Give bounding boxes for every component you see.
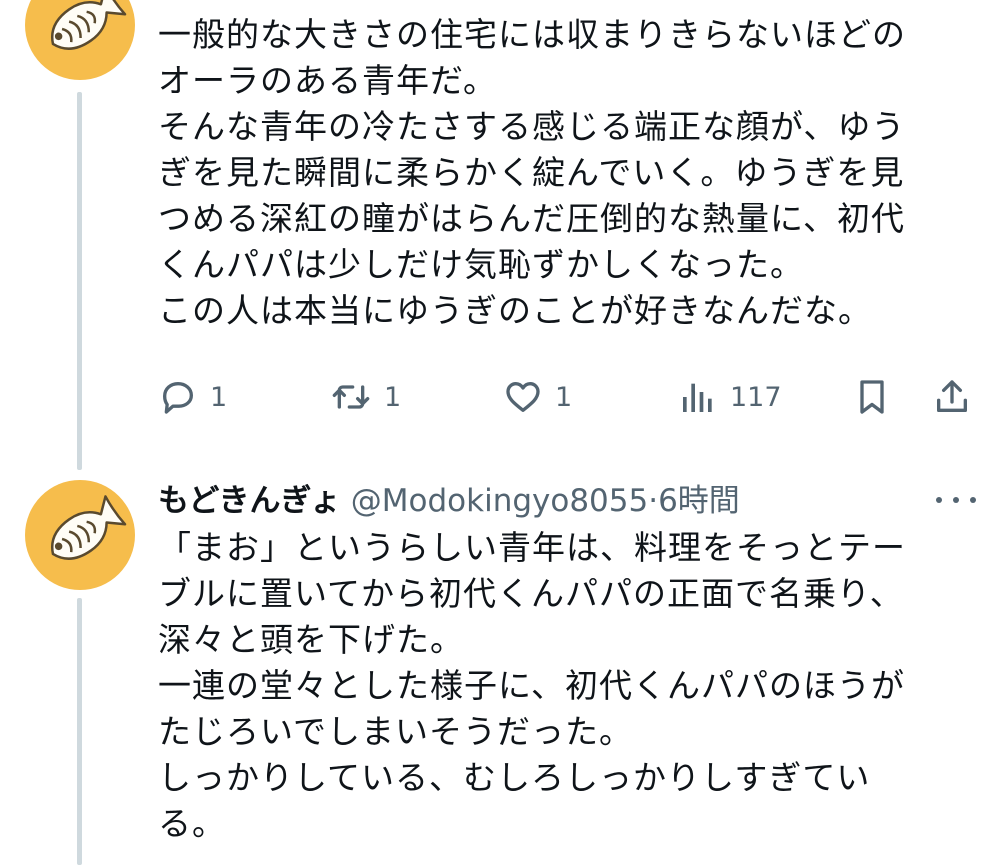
- bookmark-icon: [860, 380, 884, 414]
- tweet-text-1: 一般的な大きさの住宅には収まりきらないほどの オーラのある青年だ。 そんな青年の…: [158, 12, 958, 334]
- tweet-text-line: ブルに置いてから初代くんパパの正面で名乗り、: [158, 574, 904, 613]
- like-count: 1: [555, 381, 573, 413]
- tweet-text-line: そんな青年の冷たさする感じる端正な顔が、ゆう: [158, 107, 906, 146]
- share-icon: [937, 380, 967, 412]
- thread-line-top: [77, 92, 82, 470]
- timestamp[interactable]: 6時間: [658, 483, 740, 519]
- tweet-text-line: 一連の堂々とした様子に、初代くんパパのほうが: [158, 666, 906, 705]
- more-icon: [936, 497, 942, 503]
- avatar[interactable]: [25, 480, 135, 590]
- retweet-button[interactable]: 1: [330, 372, 401, 422]
- avatar[interactable]: [25, 0, 135, 80]
- display-name[interactable]: もどきんぎょ: [158, 483, 341, 519]
- bar-chart-icon: [683, 383, 712, 412]
- tweet-text-line: 「まお」というらしい青年は、料理をそっとテー: [158, 528, 906, 567]
- reply-icon: [163, 382, 193, 414]
- bookmark-button[interactable]: [852, 372, 892, 422]
- tweet-text-line: くんパパは少しだけ気恥ずかしくなった。: [158, 245, 804, 284]
- action-bar: 1 1 1 117: [158, 372, 988, 422]
- heart-icon: [506, 382, 540, 412]
- reply-count: 1: [210, 381, 228, 413]
- thread-line-bottom: [77, 598, 82, 865]
- separator: ·: [648, 483, 659, 519]
- reply-button[interactable]: 1: [158, 372, 227, 422]
- tweet-text-line: オーラのある青年だ。: [158, 61, 498, 100]
- more-button[interactable]: [936, 488, 976, 512]
- tweet-text-line: たじろいでしまいそうだった。: [158, 712, 634, 751]
- view-count: 117: [730, 381, 782, 413]
- views-button[interactable]: 117: [678, 372, 782, 422]
- taiyaki-fish-icon: [51, 495, 127, 560]
- tweet-text-line: 深々と頭を下げた。: [158, 620, 464, 659]
- user-handle[interactable]: @Modokingyo8055: [351, 483, 648, 519]
- tweet-header: もどきんぎょ @Modokingyo8055·6時間: [158, 478, 978, 524]
- like-button[interactable]: 1: [503, 372, 572, 422]
- tweet-text-line: しっかりしている、むしろしっかりしすぎてい: [158, 758, 871, 797]
- tweet-text-line: る。: [158, 804, 226, 843]
- more-icon: [970, 497, 976, 503]
- retweet-count: 1: [384, 381, 402, 413]
- tweet-text-2: 「まお」というらしい青年は、料理をそっとテー ブルに置いてから初代くんパパの正面…: [158, 525, 958, 847]
- tweet-text-line: つめる深紅の瞳がはらんだ圧倒的な熱量に、初代: [158, 199, 906, 238]
- tweet-text-line: この人は本当にゆうぎのことが好きなんだな。: [158, 291, 872, 330]
- more-icon: [953, 497, 959, 503]
- tweet-text-line: 一般的な大きさの住宅には収まりきらないほどの: [158, 15, 906, 54]
- taiyaki-fish-icon: [51, 0, 127, 50]
- tweet-text-line: ぎを見た瞬間に柔らかく綻んでいく。ゆうぎを見: [158, 153, 905, 192]
- retweet-icon: [332, 385, 370, 409]
- share-button[interactable]: [932, 372, 972, 422]
